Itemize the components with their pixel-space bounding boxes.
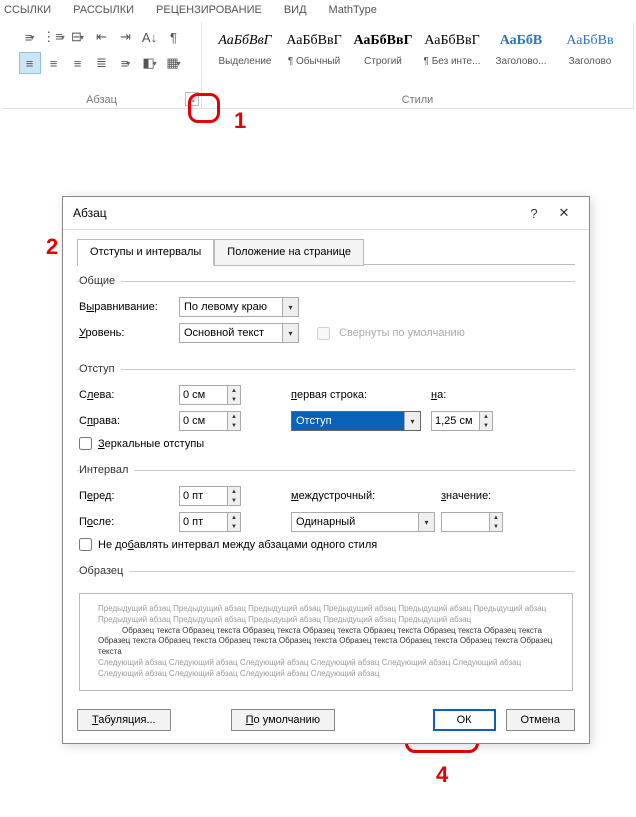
chevron-down-icon: ▾ [418, 513, 434, 531]
level-label: Уровень: [79, 327, 179, 339]
paragraph-dialog: Абзац ? ✕ Отступы и интервалы Положение … [62, 196, 590, 744]
decrease-indent-icon[interactable]: ⇤ [91, 26, 113, 48]
by-label: на: [431, 389, 481, 401]
right-spinner[interactable]: ▲▼ [179, 411, 241, 431]
show-marks-icon[interactable]: ¶ [163, 26, 185, 48]
bullets-icon[interactable]: ≡▾ [19, 26, 41, 48]
tab-position[interactable]: Положение на странице [214, 239, 364, 266]
ok-button[interactable]: ОК [433, 709, 496, 731]
ribbon-tab[interactable]: РЕЦЕНЗИРОВАНИЕ [156, 4, 262, 16]
annotation-label-2: 2 [46, 234, 58, 260]
style-item[interactable]: АаБбВЗаголово... [490, 26, 553, 67]
sort-icon[interactable]: A↓ [139, 26, 161, 48]
align-right-icon[interactable]: ≡ [67, 52, 89, 74]
preview-box: Предыдущий абзац Предыдущий абзац Предыд… [79, 593, 573, 691]
right-label: Справа: [79, 415, 179, 427]
tab-indents[interactable]: Отступы и интервалы [77, 239, 214, 266]
group-label-paragraph: Абзац [86, 94, 117, 106]
section-general: Общие Выравнивание: По левому краю▾ Уров… [77, 275, 575, 353]
increase-indent-icon[interactable]: ⇥ [115, 26, 137, 48]
close-button[interactable]: ✕ [549, 203, 579, 223]
style-item[interactable]: АаБбВвГ¶ Без инте... [421, 26, 484, 67]
left-label: Слева: [79, 389, 179, 401]
chevron-down-icon: ▾ [282, 324, 298, 342]
align-left-icon[interactable]: ≡ [19, 52, 41, 74]
multilevel-icon[interactable]: ⊟▾ [67, 26, 89, 48]
chevron-down-icon: ▾ [282, 298, 298, 316]
style-item[interactable]: АаБбВвЗаголово [559, 26, 622, 67]
level-combo[interactable]: Основной текст▾ [179, 323, 299, 343]
at-spinner[interactable]: ▲▼ [441, 512, 503, 532]
cancel-button[interactable]: Отмена [506, 709, 575, 731]
section-preview: Образец Предыдущий абзац Предыдущий абза… [77, 565, 575, 695]
before-label: Перед: [79, 490, 179, 502]
numbering-icon[interactable]: ⋮≡▾ [43, 26, 65, 48]
after-label: После: [79, 516, 179, 528]
ribbon-tab[interactable]: ВИД [284, 4, 307, 16]
group-paragraph: ≡▾ ⋮≡▾ ⊟▾ ⇤ ⇥ A↓ ¶ ≡ ≡ ≡ ≣ ≡▾ ◧▾ ▦▾ [2, 22, 202, 108]
firstline-label: первая строка: [291, 389, 431, 401]
group-styles: АаБбВвГВыделениеАаБбВвГ¶ ОбычныйАаБбВвГС… [202, 22, 634, 108]
paragraph-dialog-launcher[interactable]: ↘ [185, 92, 199, 106]
annotation-label-1: 1 [234, 108, 246, 134]
section-spacing: Интервал Перед: ▲▼ междустрочный: значен… [77, 464, 575, 555]
ribbon-tab[interactable]: РАССЫЛКИ [73, 4, 134, 16]
style-item[interactable]: АаБбВвГ¶ Обычный [283, 26, 346, 67]
ribbon-tab[interactable]: MathType [329, 4, 377, 16]
mirror-label: Зеркальные отступы [98, 438, 204, 450]
ribbon: ССЫЛКИ РАССЫЛКИ РЕЦЕНЗИРОВАНИЕ ВИД MathT… [0, 0, 636, 109]
borders-icon[interactable]: ▦▾ [163, 52, 185, 74]
style-item[interactable]: АаБбВвГВыделение [214, 26, 277, 67]
linespacing-combo[interactable]: Одинарный▾ [291, 512, 435, 532]
section-indent: Отступ Слева: ▲▼ первая строка: на: Спра… [77, 363, 575, 454]
alignment-combo[interactable]: По левому краю▾ [179, 297, 299, 317]
line-spacing-icon[interactable]: ≡▾ [115, 52, 137, 74]
left-spinner[interactable]: ▲▼ [179, 385, 241, 405]
group-label-styles: Стили [402, 94, 434, 106]
alignment-label: Выравнивание: [79, 301, 179, 313]
after-spinner[interactable]: ▲▼ [179, 512, 241, 532]
linespacing-label: междустрочный: [291, 490, 441, 502]
mirror-checkbox[interactable] [79, 437, 92, 450]
style-item[interactable]: АаБбВвГСтрогий [352, 26, 415, 67]
before-spinner[interactable]: ▲▼ [179, 486, 241, 506]
chevron-down-icon: ▾ [404, 412, 420, 430]
collapsed-checkbox [317, 327, 330, 340]
help-button[interactable]: ? [519, 203, 549, 223]
tabs-button[interactable]: Табуляция... [77, 709, 171, 731]
by-spinner[interactable]: ▲▼ [431, 411, 493, 431]
annotation-label-4: 4 [436, 762, 448, 788]
dialog-title: Абзац [73, 206, 519, 220]
at-label: значение: [441, 490, 501, 502]
noaddspace-label: Не добавлять интервал между абзацами одн… [98, 539, 377, 551]
justify-icon[interactable]: ≣ [91, 52, 113, 74]
default-button[interactable]: По умолчанию [231, 709, 335, 731]
shading-icon[interactable]: ◧▾ [139, 52, 161, 74]
dialog-titlebar: Абзац ? ✕ [63, 197, 589, 230]
align-center-icon[interactable]: ≡ [43, 52, 65, 74]
collapsed-label: Свернуты по умолчанию [339, 327, 465, 339]
ribbon-tab[interactable]: ССЫЛКИ [4, 4, 51, 16]
firstline-combo[interactable]: Отступ▾ [291, 411, 421, 431]
noaddspace-checkbox[interactable] [79, 538, 92, 551]
